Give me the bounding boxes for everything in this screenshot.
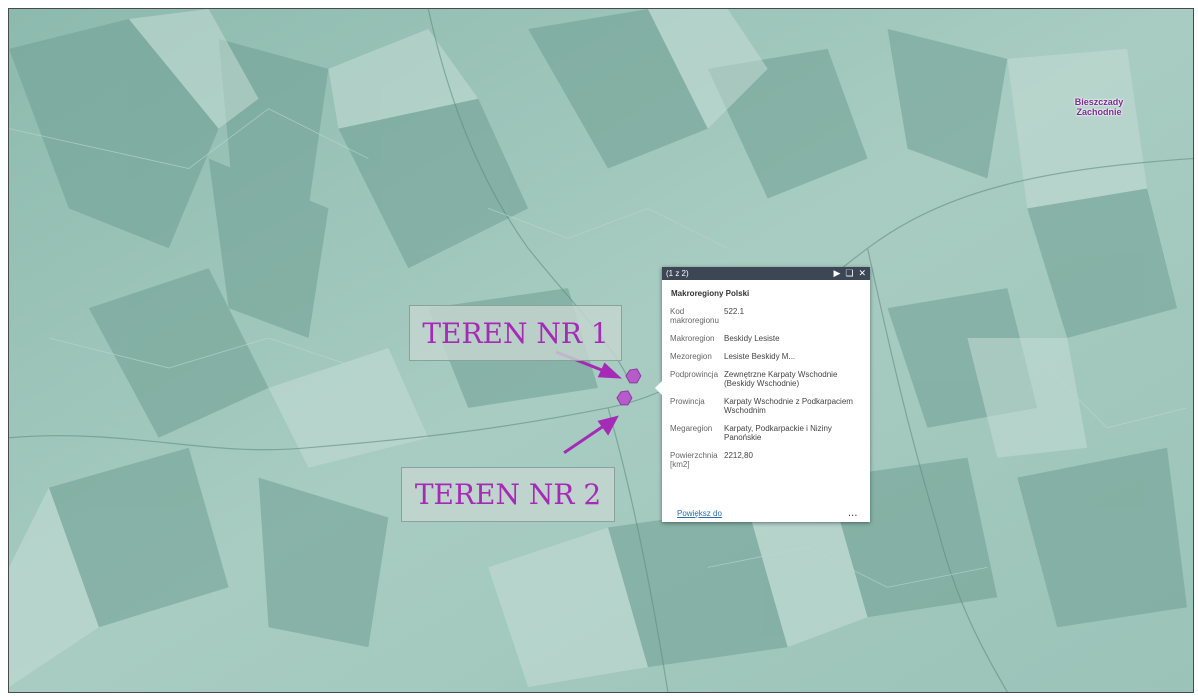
attribute-label: Prowincja: [670, 397, 705, 406]
attribute-value: Lesiste Beskidy M...: [724, 352, 796, 361]
attribute-row: Powierzchnia [km2] 2212,80: [662, 451, 870, 469]
attribute-label: Makroregion: [670, 334, 715, 343]
attribute-table: Kod makroregionu 522.1 Makroregion Beskidy …: [662, 307, 870, 469]
attribute-label: Podprowincja: [670, 370, 719, 379]
attribute-value: Beskidy Lesiste: [724, 334, 780, 343]
attribute-label: Powierzchnia [km2]: [670, 451, 718, 469]
popup-title: Makroregiony Polski: [671, 289, 750, 298]
attribute-value: 2212,80: [724, 451, 753, 460]
attribute-label: Megaregion: [670, 424, 713, 433]
more-actions-button[interactable]: ...: [848, 509, 858, 518]
popup-header: (1 z 2) ▶ ❏ ✕: [662, 267, 870, 280]
attribute-row: Prowincja Karpaty Wschodnie z Podkarpacie…: [662, 397, 870, 415]
region-label: Bieszczady Zachodnie: [1074, 97, 1124, 117]
attribute-label: Mezoregion: [670, 352, 712, 361]
feature-popup: (1 z 2) ▶ ❏ ✕ Makroregiony Polski Kod ma…: [655, 267, 870, 522]
next-icon[interactable]: ▶: [833, 269, 840, 278]
feature-count: (1 z 2): [666, 269, 689, 278]
maximize-icon[interactable]: ❏: [845, 269, 853, 278]
attribute-row: Makroregion Beskidy Lesiste: [662, 334, 870, 343]
attribute-value: Zewnętrzne Karpaty Wschodnie (Beskidy Ws…: [724, 370, 838, 388]
close-icon[interactable]: ✕: [858, 269, 866, 278]
map-view[interactable]: Bieszczady Zachodnie TEREN NR 1 TEREN NR…: [8, 8, 1194, 693]
attribute-value: Karpaty Wschodnie z Podkarpaciem Wschodn…: [724, 397, 853, 415]
attribute-value: Karpaty, Podkarpackie i Niziny Panońskie: [724, 424, 832, 442]
zoom-to-link[interactable]: Powiększ do: [677, 509, 848, 518]
annotation-teren-1: TEREN NR 1: [409, 305, 622, 361]
attribute-label: Kod makroregionu: [670, 307, 719, 325]
annotation-teren-2: TEREN NR 2: [401, 467, 615, 522]
popup-pointer: [655, 380, 663, 396]
attribute-row: Mezoregion Lesiste Beskidy M...: [662, 352, 870, 361]
popup-footer: Powiększ do ...: [662, 509, 870, 518]
attribute-row: Megaregion Karpaty, Podkarpackie i Niziny…: [662, 424, 870, 442]
attribute-value: 522.1: [724, 307, 745, 316]
attribute-row: Kod makroregionu 522.1: [662, 307, 870, 325]
attribute-row: Podprowincja Zewnętrzne Karpaty Wschodnie…: [662, 370, 870, 388]
